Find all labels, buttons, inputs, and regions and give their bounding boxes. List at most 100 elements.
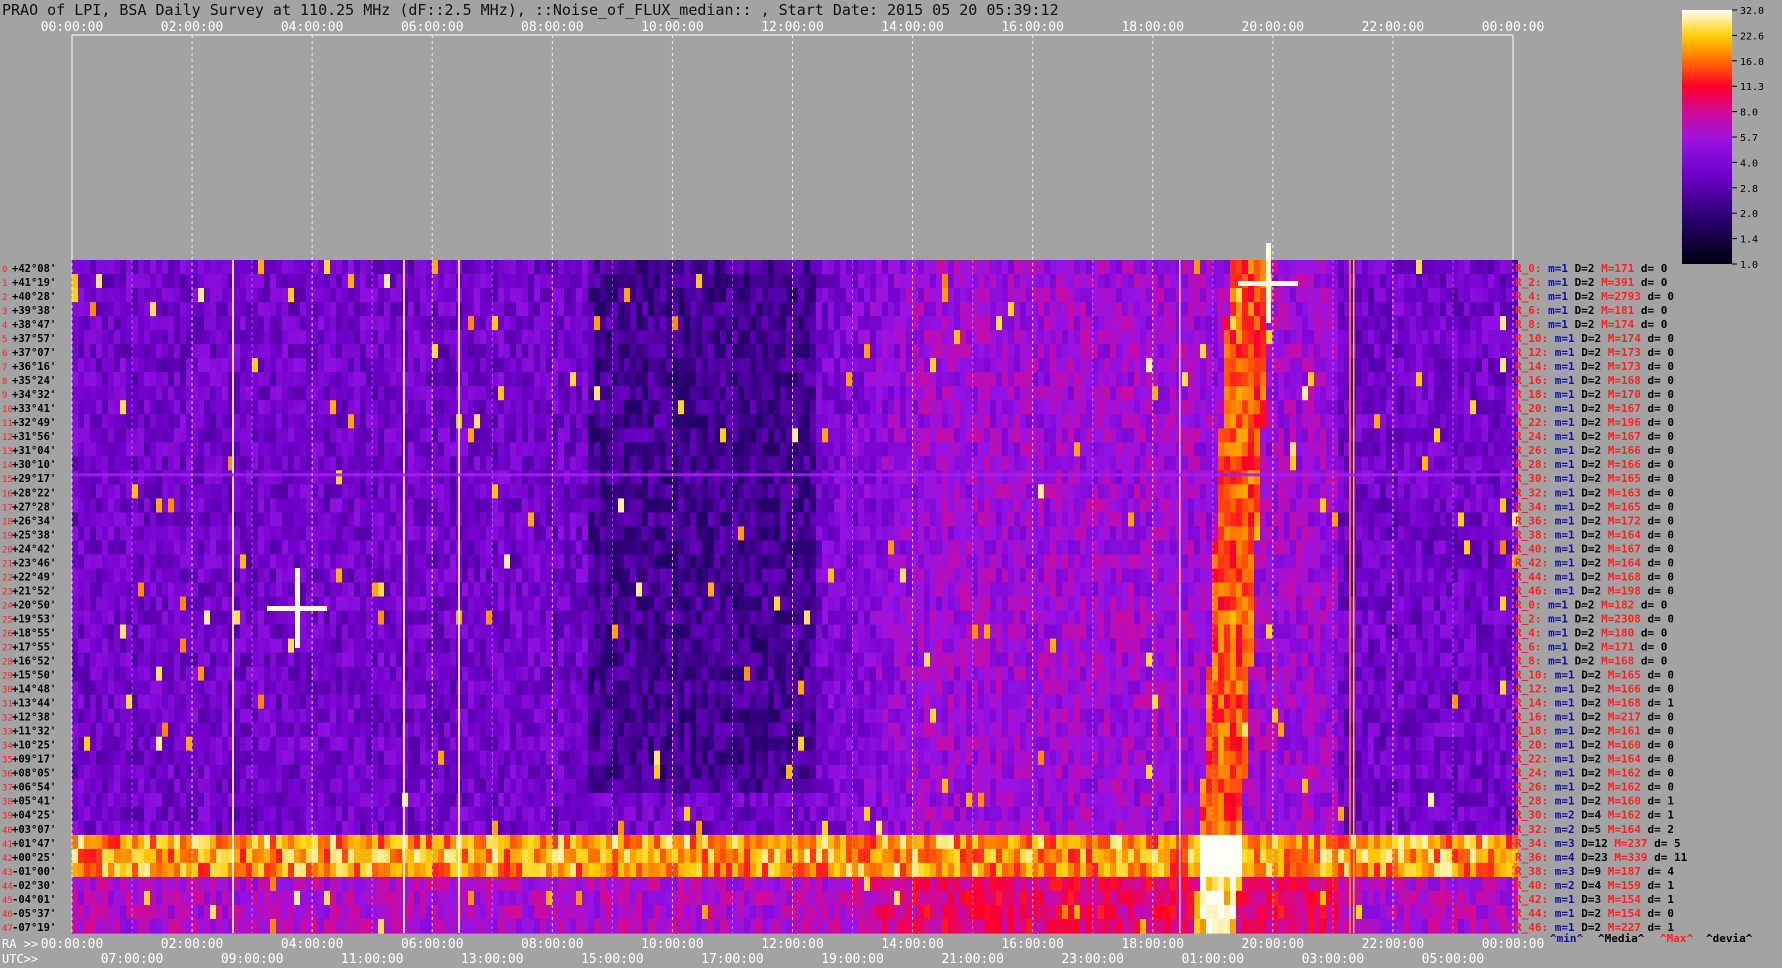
row-stat-value: m=1 [1548,472,1575,485]
ra-tick-label: 00:00:00 [1482,937,1545,952]
top-tick-label: 02:00:00 [161,20,224,35]
row-stat-value: R_12: [1515,346,1548,359]
row-stat-value: d= 0 [1641,514,1674,527]
row-stat-value: d= 1 [1641,879,1674,892]
colorbar-tick-label: 2.8 [1740,184,1758,195]
colorbar-tick-label: 32.0 [1740,6,1764,17]
row-stat-value: d= 0 [1641,290,1674,303]
row-stat-value: R_0: [1515,598,1542,611]
declination-label: +34°32' [12,389,56,401]
row-stat-value: D=2 [1568,626,1595,639]
row-stat-value: R_30: [1515,472,1548,485]
row-stat-value: m=1 [1542,626,1569,639]
row-stats: R_28: m=1 D=2 M=160 d= 1 [1515,795,1674,808]
row-stat-value: M=2793 [1595,290,1641,303]
bright-source-cross [1238,281,1298,286]
row-stat-value: d= 0 [1634,626,1667,639]
row-stats: R_8: m=1 D=2 M=168 d= 0 [1515,655,1667,668]
row-number: 6 [2,349,7,359]
row-stat-value: R_18: [1515,725,1548,738]
row-stats: R_0: m=1 D=2 M=171 d= 0 [1515,262,1667,275]
row-stat-value: R_34: [1515,837,1548,850]
row-stat-value: m=1 [1542,598,1569,611]
row-stat-value: D=2 [1575,669,1602,682]
row-stat-value: R_30: [1515,809,1548,822]
ra-tick-label: 08:00:00 [521,937,584,952]
row-stat-value: D=2 [1575,697,1602,710]
declination-label: +03°07' [12,824,56,836]
row-stat-value: d= 0 [1641,346,1674,359]
row-stat-value: m=1 [1548,346,1575,359]
row-stat-value: M=2308 [1595,612,1641,625]
row-stat-value: R_6: [1515,304,1542,317]
row-stat-value: R_22: [1515,753,1548,766]
row-stat-value: d= 4 [1641,865,1674,878]
row-stat-value: m=1 [1548,416,1575,429]
row-stat-value: M=391 [1595,276,1635,289]
stats-footer-label: ^min^ [1550,932,1583,945]
row-stat-value: R_0: [1515,262,1542,275]
row-stat-value: R_26: [1515,444,1548,457]
row-stat-value: D=3 [1575,893,1602,906]
ra-tick-label: 14:00:00 [881,937,944,952]
declination-label: +31°04' [12,445,56,457]
row-stat-value: d= 0 [1641,500,1674,513]
row-stat-value: D=2 [1568,276,1595,289]
row-stat-value: R_32: [1515,486,1548,499]
declination-label: +05°41' [12,796,56,808]
bright-source-cross [267,606,327,611]
top-tick-label: 00:00:00 [1482,20,1545,35]
row-stat-value: R_34: [1515,500,1548,513]
row-stat-value: D=2 [1568,640,1595,653]
row-stat-value: d= 0 [1634,655,1667,668]
row-stats: R_6: m=1 D=2 M=181 d= 0 [1515,304,1667,317]
row-stat-value: R_32: [1515,823,1548,836]
row-stat-value: d= 0 [1641,528,1674,541]
row-stat-value: R_10: [1515,669,1548,682]
row-stat-value: R_38: [1515,528,1548,541]
colorbar [1682,10,1732,264]
row-stat-value: M=181 [1595,304,1635,317]
utc-tick-label: 13:00:00 [461,952,524,967]
declination-label: +10°25' [12,740,56,752]
row-stat-value: R_28: [1515,458,1548,471]
declination-label: +36°16' [12,361,56,373]
declination-label: +08°05' [12,768,56,780]
row-stat-value: D=2 [1575,907,1602,920]
declination-label: -04°01' [12,894,56,906]
row-stat-value: m=1 [1548,907,1575,920]
row-stat-value: d= 0 [1641,416,1674,429]
row-number: 5 [2,335,7,345]
row-stat-value: M=198 [1601,584,1641,597]
row-stat-value: R_24: [1515,767,1548,780]
declination-label: +04°25' [12,810,56,822]
colorbar-tick-label: 1.4 [1740,235,1758,246]
row-stats: R_30: m=2 D=4 M=162 d= 1 [1515,809,1674,822]
row-stat-value: m=1 [1548,711,1575,724]
row-stat-value: m=1 [1548,444,1575,457]
declination-label: +37°57' [12,333,56,345]
row-stat-value: d= 1 [1641,697,1674,710]
row-stat-value: R_16: [1515,374,1548,387]
row-stat-value: M=164 [1601,528,1641,541]
row-stat-value: m=1 [1548,767,1575,780]
row-stat-value: d= 2 [1641,823,1674,836]
colorbar-tick-label: 11.3 [1740,82,1764,93]
row-stats: R_0: m=1 D=2 M=182 d= 0 [1515,598,1667,611]
declination-label: +37°07' [12,347,56,359]
row-stat-value: m=1 [1548,542,1575,555]
top-tick-label: 22:00:00 [1362,20,1425,35]
declination-label: +13°44' [12,698,56,710]
row-stats: R_40: m=2 D=4 M=159 d= 1 [1515,879,1674,892]
row-stat-value: R_18: [1515,388,1548,401]
row-stat-value: D=2 [1575,430,1602,443]
row-stat-value: d= 0 [1634,304,1667,317]
interference-line [1349,260,1351,933]
row-stats: R_38: m=1 D=2 M=164 d= 0 [1515,528,1674,541]
utc-tick-label: 11:00:00 [341,952,404,967]
top-tick-label: 00:00:00 [41,20,104,35]
row-stats: R_6: m=1 D=2 M=171 d= 0 [1515,640,1667,653]
row-stat-value: D=2 [1568,598,1595,611]
row-stats: R_14: m=1 D=2 M=168 d= 1 [1515,697,1674,710]
declination-label: +18°55' [12,627,56,639]
